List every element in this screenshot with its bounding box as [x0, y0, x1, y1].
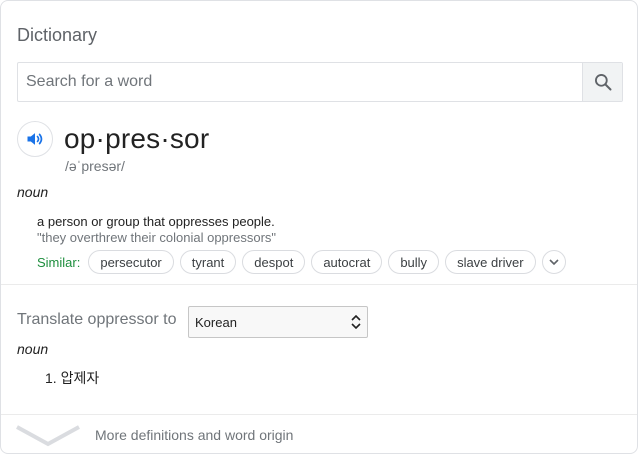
language-select[interactable]: Korean	[188, 306, 368, 338]
select-arrows-icon	[351, 315, 361, 329]
similar-chip[interactable]: tyrant	[179, 250, 237, 274]
chevron-down-icon	[548, 259, 559, 266]
search-button[interactable]	[582, 63, 622, 101]
chevron-down-icon	[16, 425, 80, 447]
language-select-value: Korean	[195, 314, 237, 330]
dictionary-card: Dictionary op·pres·sor /əˈpresər/ noun a…	[0, 0, 638, 454]
expand-similar-button[interactable]	[541, 250, 566, 274]
similar-chip[interactable]: persecutor	[88, 250, 174, 274]
card-title: Dictionary	[17, 25, 98, 45]
search-icon	[594, 74, 611, 91]
translate-label: Translate oppressor to	[17, 311, 177, 328]
more-definitions-link[interactable]: More definitions and word origin	[1, 415, 637, 453]
section-divider	[1, 284, 637, 285]
example-sentence: "they overthrew their colonial oppressor…	[37, 230, 277, 245]
part-of-speech: noun	[17, 184, 49, 200]
similar-chip[interactable]: autocrat	[311, 250, 383, 274]
similar-label: Similar:	[37, 254, 81, 270]
similar-chip[interactable]: slave driver	[445, 250, 536, 274]
search-input[interactable]	[18, 63, 582, 101]
similar-chip[interactable]: despot	[242, 250, 306, 274]
similar-words: Similar: persecutor tyrant despot autocr…	[37, 249, 566, 275]
translation-item: 1. 압제자	[45, 370, 100, 386]
translation-part-of-speech: noun	[17, 341, 49, 357]
definition: a person or group that oppresses people.	[37, 214, 275, 229]
pronunciation-button[interactable]	[17, 121, 53, 157]
similar-chip[interactable]: bully	[388, 250, 440, 274]
more-definitions-label: More definitions and word origin	[95, 427, 294, 443]
headword: op·pres·sor	[64, 123, 210, 154]
search-box	[17, 62, 623, 102]
phonetic: /əˈpresər/	[65, 158, 125, 174]
speaker-icon	[27, 133, 43, 145]
